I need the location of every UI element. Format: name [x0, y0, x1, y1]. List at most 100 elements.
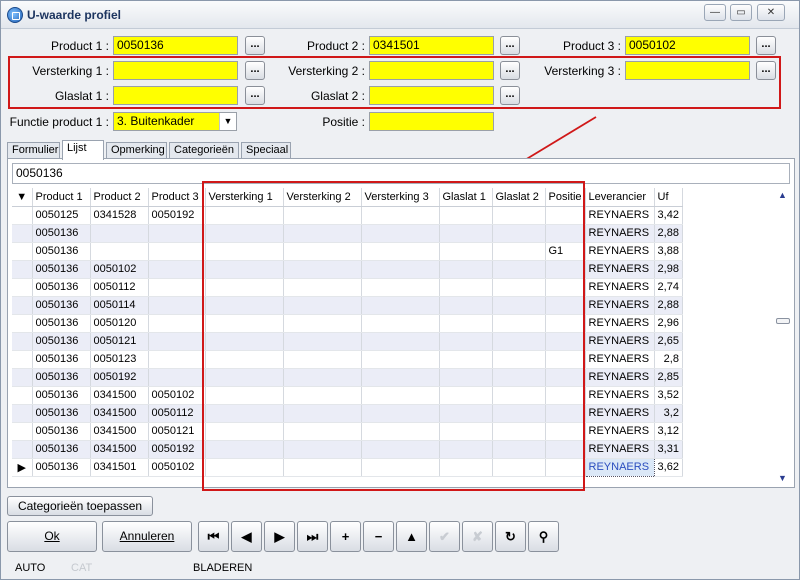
table-cell[interactable] [545, 278, 586, 297]
refresh-button[interactable]: ↻ [495, 521, 526, 552]
versterking2-lookup-button[interactable]: ... [500, 61, 520, 80]
table-cell[interactable]: REYNAERS [585, 422, 655, 441]
table-cell[interactable]: 2,96 [654, 314, 683, 333]
table-row[interactable]: 0050136 0050192 REYNAERS 2,85 [12, 368, 683, 387]
column-header[interactable]: Product 1 [32, 188, 91, 207]
table-cell[interactable] [492, 260, 546, 279]
table-cell[interactable] [545, 314, 586, 333]
table-cell[interactable] [361, 368, 440, 387]
product1-lookup-button[interactable]: ... [245, 36, 265, 55]
table-cell[interactable]: 2,8 [654, 350, 683, 369]
table-cell[interactable] [205, 296, 284, 315]
glaslat2-field[interactable] [369, 86, 494, 105]
table-cell[interactable] [205, 440, 284, 459]
table-cell[interactable]: 0050112 [148, 404, 206, 423]
tab-lijst[interactable]: Lijst [62, 140, 104, 160]
table-row[interactable]: 0050136 0341500 0050112 REYNAERS 3,2 [12, 404, 683, 423]
table-cell[interactable]: REYNAERS [585, 404, 655, 423]
post-record-button[interactable]: ✔ [429, 521, 460, 552]
table-cell[interactable]: 0341500 [90, 404, 149, 423]
table-cell[interactable] [361, 404, 440, 423]
table-cell[interactable] [361, 458, 440, 477]
grid-vertical-scrollbar[interactable]: ▲ ▼ [776, 188, 790, 485]
versterking3-field[interactable] [625, 61, 750, 80]
table-cell[interactable] [205, 350, 284, 369]
table-cell[interactable]: 0341500 [90, 440, 149, 459]
table-cell[interactable]: 2,88 [654, 296, 683, 315]
glaslat1-lookup-button[interactable]: ... [245, 86, 265, 105]
table-cell[interactable]: 0050136 [32, 314, 91, 333]
filter-input[interactable]: 0050136 [12, 163, 790, 184]
table-cell[interactable] [545, 422, 586, 441]
column-header[interactable]: Versterking 3 [361, 188, 440, 207]
table-cell[interactable] [205, 206, 284, 225]
table-cell[interactable] [361, 386, 440, 405]
table-cell[interactable]: REYNAERS [585, 440, 655, 459]
cancel-record-button[interactable]: ✘ [462, 521, 493, 552]
table-cell[interactable] [492, 278, 546, 297]
table-cell[interactable]: 2,88 [654, 224, 683, 243]
table-cell[interactable] [439, 260, 493, 279]
table-cell[interactable]: 3,2 [654, 404, 683, 423]
prior-record-button[interactable]: ◀ [231, 521, 262, 552]
table-cell[interactable] [283, 368, 362, 387]
table-row[interactable]: 0050136 0050102 REYNAERS 2,98 [12, 260, 683, 279]
table-cell[interactable]: 0050120 [90, 314, 149, 333]
table-cell[interactable] [283, 224, 362, 243]
table-cell[interactable]: 0341500 [90, 422, 149, 441]
table-cell[interactable]: 0050114 [90, 296, 149, 315]
table-cell[interactable] [361, 242, 440, 261]
table-cell[interactable] [439, 350, 493, 369]
table-cell[interactable] [361, 314, 440, 333]
tab-formulier[interactable]: Formulier [7, 142, 60, 159]
column-header[interactable]: Glaslat 1 [439, 188, 493, 207]
table-cell[interactable] [148, 350, 206, 369]
table-row[interactable]: 0050136 0050120 REYNAERS 2,96 [12, 314, 683, 333]
table-cell[interactable] [492, 404, 546, 423]
column-header[interactable]: Product 3 [148, 188, 206, 207]
table-cell[interactable]: 0050136 [32, 332, 91, 351]
table-cell[interactable] [492, 296, 546, 315]
table-cell[interactable]: 0050136 [32, 224, 91, 243]
table-cell[interactable]: 3,52 [654, 386, 683, 405]
chevron-down-icon[interactable]: ▼ [219, 113, 236, 130]
annuleren-button[interactable]: Annuleren [102, 521, 192, 552]
functie-select[interactable]: 3. Buitenkader ▼ [113, 112, 237, 131]
table-row[interactable]: 0050136 0050121 REYNAERS 2,65 [12, 332, 683, 351]
table-cell[interactable]: 0050123 [90, 350, 149, 369]
table-cell[interactable]: 0050192 [148, 206, 206, 225]
table-cell[interactable] [492, 350, 546, 369]
column-header[interactable]: Positie [545, 188, 586, 207]
table-cell[interactable] [492, 368, 546, 387]
table-cell[interactable] [283, 278, 362, 297]
table-cell[interactable] [439, 386, 493, 405]
table-cell[interactable] [492, 206, 546, 225]
table-cell[interactable]: 0050121 [90, 332, 149, 351]
scroll-down-icon[interactable]: ▼ [778, 473, 787, 483]
tab-opmerking[interactable]: Opmerking [106, 142, 167, 159]
table-cell[interactable] [545, 404, 586, 423]
table-row[interactable]: 0050136 G1 REYNAERS 3,88 [12, 242, 683, 261]
table-row[interactable]: 0050136 REYNAERS 2,88 [12, 224, 683, 243]
table-cell[interactable]: REYNAERS [585, 278, 655, 297]
table-cell[interactable] [205, 368, 284, 387]
table-row[interactable]: ▶ 0050136 0341501 0050102 REYNAERS 3,62 [12, 457, 683, 477]
last-record-button[interactable]: ⏭ [297, 521, 328, 552]
binoculars-search-button[interactable]: ⚲ [528, 521, 559, 552]
table-row[interactable]: 0050136 0341500 0050102 REYNAERS 3,52 [12, 386, 683, 405]
table-cell[interactable] [361, 422, 440, 441]
table-cell[interactable] [283, 404, 362, 423]
categorieen-toepassen-button[interactable]: Categorieën toepassen [7, 496, 153, 516]
close-button[interactable]: ✕ [757, 4, 785, 21]
table-cell[interactable] [439, 368, 493, 387]
versterking3-lookup-button[interactable]: ... [756, 61, 776, 80]
table-cell[interactable]: REYNAERS [585, 386, 655, 405]
table-cell[interactable]: 0050192 [90, 368, 149, 387]
table-cell[interactable]: REYNAERS [585, 314, 655, 333]
table-cell[interactable] [283, 440, 362, 459]
table-cell[interactable]: 0050136 [32, 296, 91, 315]
table-cell[interactable]: 0341500 [90, 386, 149, 405]
table-cell[interactable] [492, 422, 546, 441]
table-cell[interactable]: REYNAERS [584, 457, 655, 477]
table-cell[interactable] [361, 440, 440, 459]
